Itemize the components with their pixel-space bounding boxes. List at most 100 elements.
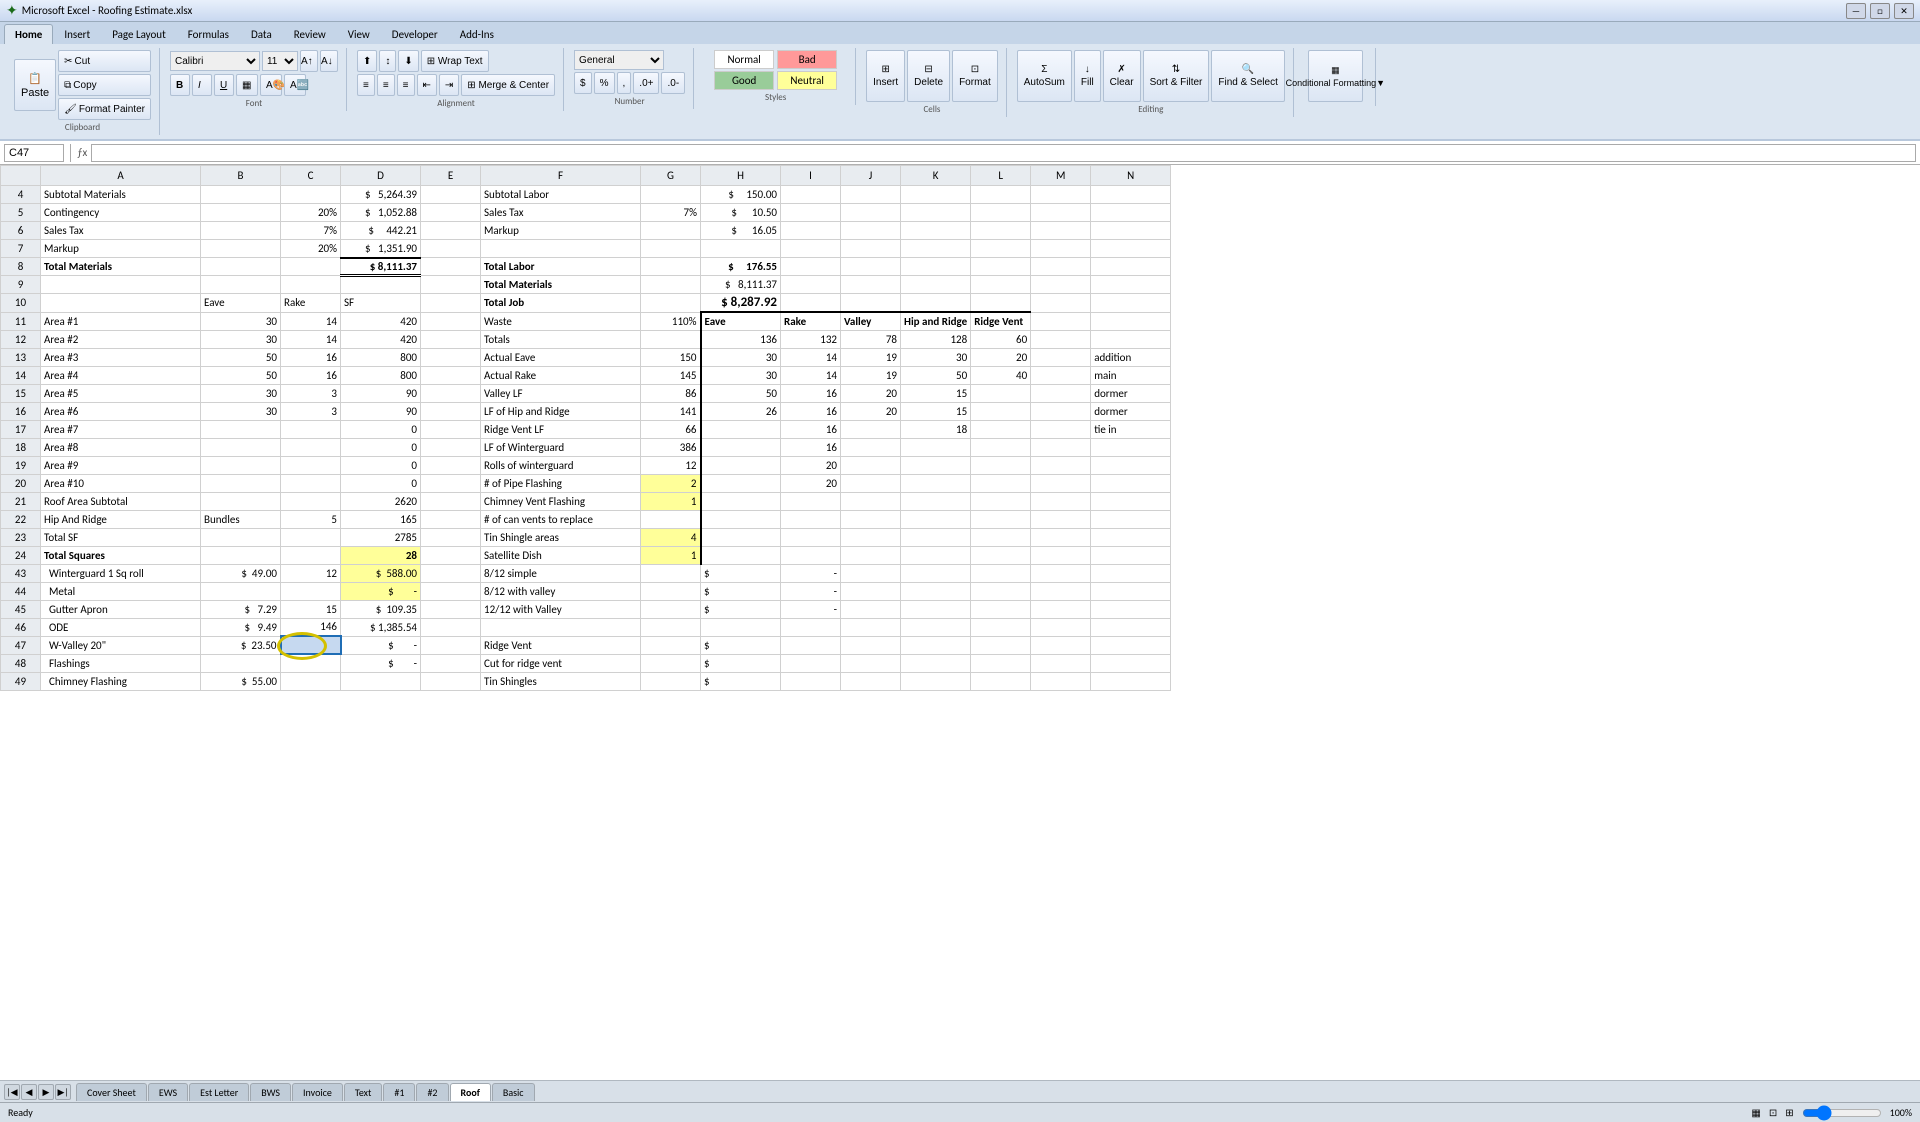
row-header-20[interactable]: 20 <box>1 474 41 492</box>
row-header-45[interactable]: 45 <box>1 600 41 618</box>
cell-I6[interactable] <box>781 222 841 240</box>
cell-J15[interactable]: 20 <box>841 384 901 402</box>
cell-C11[interactable]: 14 <box>281 312 341 330</box>
cell-I22[interactable] <box>781 510 841 528</box>
cell-D6[interactable]: $ 442.21 <box>341 222 421 240</box>
cell-A15[interactable]: Area #5 <box>41 384 201 402</box>
cell-L14[interactable]: 40 <box>971 366 1031 384</box>
cell-J8[interactable] <box>841 258 901 276</box>
tab-addins[interactable]: Add-Ins <box>449 24 505 44</box>
find-select-button[interactable]: 🔍 Find & Select <box>1211 50 1284 102</box>
cell-C15[interactable]: 3 <box>281 384 341 402</box>
tab-home[interactable]: Home <box>4 24 53 44</box>
cell-E4[interactable] <box>421 186 481 204</box>
cell-N43[interactable] <box>1091 564 1171 582</box>
sheet-tab-bws[interactable]: BWS <box>250 1083 291 1101</box>
cell-C17[interactable] <box>281 420 341 438</box>
cell-E43[interactable] <box>421 564 481 582</box>
cell-L43[interactable] <box>971 564 1031 582</box>
cell-A21[interactable]: Roof Area Subtotal <box>41 492 201 510</box>
cell-I23[interactable] <box>781 528 841 546</box>
cell-C16[interactable]: 3 <box>281 402 341 420</box>
sheet-tab-invoice[interactable]: Invoice <box>292 1083 343 1101</box>
sheet-tab-roof[interactable]: Roof <box>450 1083 491 1101</box>
cell-F12[interactable]: Totals <box>481 330 641 348</box>
col-header-B[interactable]: B <box>201 166 281 186</box>
minimize-button[interactable]: — <box>1846 3 1866 19</box>
cell-M10[interactable] <box>1031 294 1091 313</box>
cell-F22[interactable]: # of can vents to replace <box>481 510 641 528</box>
cell-A19[interactable]: Area #9 <box>41 456 201 474</box>
row-header-12[interactable]: 12 <box>1 330 41 348</box>
cell-I13[interactable]: 14 <box>781 348 841 366</box>
cell-N17[interactable]: tie in <box>1091 420 1171 438</box>
cell-J6[interactable] <box>841 222 901 240</box>
cell-I43[interactable]: - <box>781 564 841 582</box>
tab-first-button[interactable]: |◀ <box>4 1084 20 1100</box>
currency-button[interactable]: $ <box>574 72 592 94</box>
style-good-box[interactable]: Good <box>714 71 774 90</box>
cell-G45[interactable] <box>641 600 701 618</box>
cell-B23[interactable] <box>201 528 281 546</box>
fill-color-button[interactable]: A🎨 <box>260 74 282 96</box>
close-button[interactable]: ✕ <box>1894 3 1914 19</box>
cell-B47[interactable]: $ 23.50 <box>201 636 281 654</box>
cell-G5[interactable]: 7% <box>641 204 701 222</box>
cell-L18[interactable] <box>971 438 1031 456</box>
sheet-tab-1[interactable]: #1 <box>383 1083 415 1101</box>
cell-L17[interactable] <box>971 420 1031 438</box>
cell-G48[interactable] <box>641 654 701 672</box>
cell-L12[interactable]: 60 <box>971 330 1031 348</box>
col-header-D[interactable]: D <box>341 166 421 186</box>
delete-button[interactable]: ⊟ Delete <box>907 50 950 102</box>
cell-J13[interactable]: 19 <box>841 348 901 366</box>
cell-B21[interactable] <box>201 492 281 510</box>
cell-G11[interactable]: 110% <box>641 312 701 330</box>
cell-C47[interactable] <box>281 636 341 654</box>
copy-button[interactable]: ⧉ Copy <box>58 74 151 96</box>
cell-A48[interactable]: Flashings <box>41 654 201 672</box>
row-header-48[interactable]: 48 <box>1 654 41 672</box>
cell-N10[interactable] <box>1091 294 1171 313</box>
cell-H24[interactable] <box>701 546 781 564</box>
cell-M44[interactable] <box>1031 582 1091 600</box>
cell-H49[interactable]: $ <box>701 672 781 690</box>
cell-D10[interactable]: SF <box>341 294 421 313</box>
cell-B20[interactable] <box>201 474 281 492</box>
cell-G14[interactable]: 145 <box>641 366 701 384</box>
cell-C8[interactable] <box>281 258 341 276</box>
cell-B19[interactable] <box>201 456 281 474</box>
cell-M5[interactable] <box>1031 204 1091 222</box>
bold-button[interactable]: B <box>170 74 190 96</box>
cell-M45[interactable] <box>1031 600 1091 618</box>
cell-D24[interactable]: 28 <box>341 546 421 564</box>
sheet-tab-text[interactable]: Text <box>344 1083 383 1101</box>
cell-M12[interactable] <box>1031 330 1091 348</box>
cell-J16[interactable]: 20 <box>841 402 901 420</box>
cell-H43[interactable]: $ <box>701 564 781 582</box>
cell-M48[interactable] <box>1031 654 1091 672</box>
cell-L5[interactable] <box>971 204 1031 222</box>
cell-K20[interactable] <box>901 474 971 492</box>
cell-E14[interactable] <box>421 366 481 384</box>
cell-N8[interactable] <box>1091 258 1171 276</box>
cell-D46[interactable]: $ 1,385.54 <box>341 618 421 636</box>
cell-B44[interactable] <box>201 582 281 600</box>
cell-A43[interactable]: Winterguard 1 Sq roll <box>41 564 201 582</box>
view-page-layout-icon[interactable]: ⊡ <box>1769 1106 1777 1119</box>
cell-B10[interactable]: Eave <box>201 294 281 313</box>
cell-M49[interactable] <box>1031 672 1091 690</box>
cell-L4[interactable] <box>971 186 1031 204</box>
cell-G17[interactable]: 66 <box>641 420 701 438</box>
cell-B16[interactable]: 30 <box>201 402 281 420</box>
italic-button[interactable]: I <box>192 74 212 96</box>
cell-I48[interactable] <box>781 654 841 672</box>
row-header-11[interactable]: 11 <box>1 312 41 330</box>
decrease-font-button[interactable]: A↓ <box>320 50 338 72</box>
cell-M9[interactable] <box>1031 276 1091 294</box>
cut-button[interactable]: ✂ Cut <box>58 50 151 72</box>
cell-H45[interactable]: $ <box>701 600 781 618</box>
cell-F7[interactable] <box>481 240 641 258</box>
font-size-select[interactable]: 11 <box>262 51 298 71</box>
cell-H20[interactable] <box>701 474 781 492</box>
